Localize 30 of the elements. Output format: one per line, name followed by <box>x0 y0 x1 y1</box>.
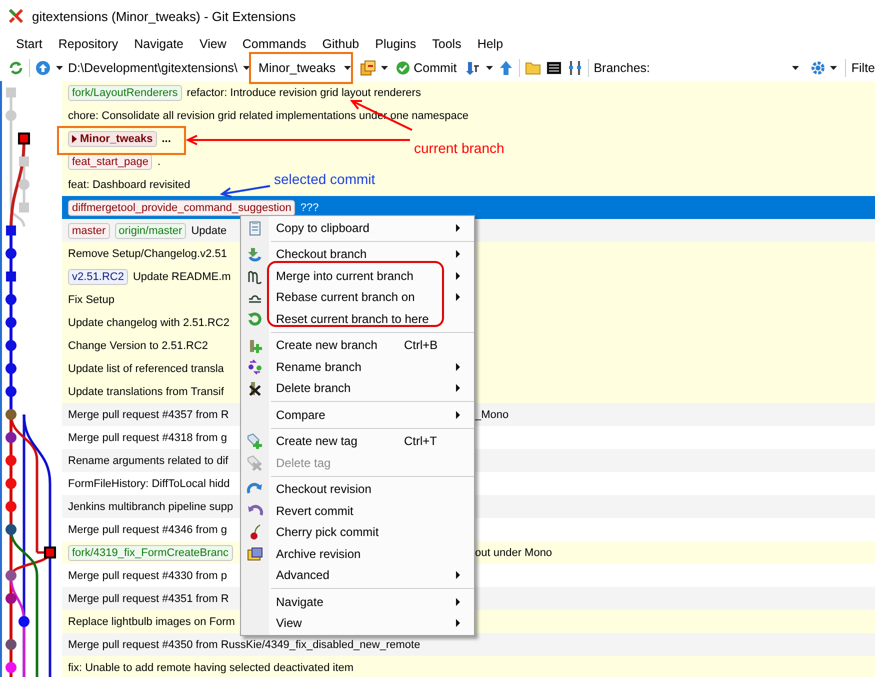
commit-message: Merge pull request #4346 from g <box>68 524 227 536</box>
commit-message: Update <box>191 224 227 236</box>
commit-message: out under Mono <box>475 546 552 558</box>
commit-message: Rename arguments related to dif <box>68 454 228 466</box>
window-title: gitextensions (Minor_tweaks) - Git Extensions <box>32 8 296 24</box>
commit-message: ... <box>162 132 171 144</box>
branches-label: Branches: <box>594 61 650 75</box>
commit-message: Change Version to 2.51.RC2 <box>68 340 208 352</box>
commit-message: Update list of referenced transla <box>68 362 224 374</box>
commit-message: Update translations from Transif <box>68 386 224 398</box>
commit-message: ??? <box>300 202 319 214</box>
commit-message: fix: Unable to add remote having selected deactivated item <box>68 662 354 674</box>
commit-message: Merge pull request #4351 from R <box>68 592 229 604</box>
commit-message: . <box>157 156 161 168</box>
commit-message: Merge pull request #4330 from p <box>68 570 227 582</box>
commit-message: _Mono <box>475 408 509 420</box>
commit-message: Merge pull request #4318 from g <box>68 432 227 444</box>
commit-message: FormFileHistory: DiffToLocal hidd <box>68 478 230 490</box>
commit-message: Jenkins multibranch pipeline supp <box>68 500 234 512</box>
commit-message: Merge pull request #4357 from R <box>68 408 229 420</box>
annotation-label: selected commit <box>274 171 376 187</box>
commit-message: feat: Dashboard revisited <box>68 178 190 190</box>
commit-message: Fix Setup <box>68 294 114 306</box>
commit-message: Replace lightbulb images on Form <box>68 616 235 628</box>
commit-message: Remove Setup/Changelog.v2.51 <box>68 248 227 260</box>
commit-message: Update changelog with 2.51.RC2 <box>68 316 230 328</box>
commit-message: refactor: Introduce revision grid layout renderers <box>186 86 421 98</box>
commit-message: Merge pull request #4350 from RussKie/4349_fix_disabled_new_remote <box>68 638 420 650</box>
commit-message: Update README.m <box>132 270 231 282</box>
filter-label: Filte <box>851 61 875 75</box>
